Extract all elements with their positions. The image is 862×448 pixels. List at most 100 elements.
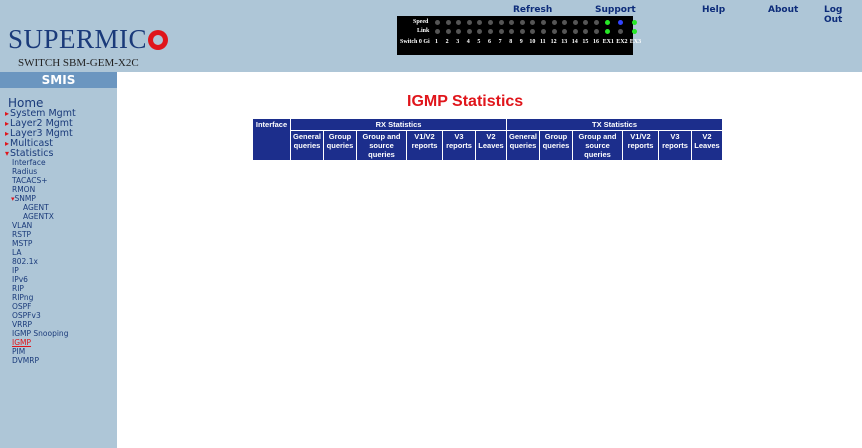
port-number: 5	[477, 39, 481, 45]
port-number: EX3	[629, 39, 642, 45]
speed-led	[551, 20, 557, 25]
rx-col-general-queries: General queries	[290, 130, 324, 161]
page-title: IGMP Statistics	[407, 93, 524, 110]
sidebar-item-ip[interactable]: IP	[12, 266, 19, 275]
sidebar-item-tacacs[interactable]: TACACS+	[12, 176, 48, 185]
link-label: Link	[417, 28, 430, 34]
sidebar-item-agentx[interactable]: AGENTX	[23, 212, 54, 221]
link-led	[618, 29, 624, 34]
tx-col-general-queries: General queries	[506, 130, 540, 161]
link-led	[435, 29, 440, 34]
refresh-link[interactable]: Refresh	[513, 5, 552, 15]
sidebar-item-rmon[interactable]: RMON	[12, 185, 35, 194]
speed-led	[530, 20, 536, 25]
port-number: 14	[571, 39, 578, 45]
sidebar-item-mstp[interactable]: MSTP	[12, 239, 32, 248]
speed-led	[583, 20, 589, 25]
igmp-statistics-table: Interface RX Statistics TX Statistics Ge…	[252, 118, 723, 161]
port-status-panel: Speed Link Switch 0 Gi 1 2 3 4 5 6 7 8 9 10 11 12 13…	[397, 16, 641, 55]
link-led	[594, 29, 599, 34]
tx-col-v3-reports: V3 reports	[658, 130, 692, 161]
sidebar-item-802-1x[interactable]: 802.1x	[12, 257, 38, 266]
speed-led	[604, 20, 610, 25]
caret-right-icon: ▸	[5, 139, 10, 148]
rx-col-v2-leaves: V2 Leaves	[475, 130, 507, 161]
port-number: 8	[509, 39, 513, 45]
port-number: EX1	[602, 39, 614, 45]
speed-led	[541, 20, 546, 25]
port-number: 13	[561, 39, 568, 45]
tx-col-group-queries: Group queries	[539, 130, 573, 161]
port-number: EX2	[616, 39, 628, 45]
speed-led	[477, 20, 483, 25]
sidebar-item-ripng[interactable]: RIPng	[12, 293, 33, 302]
link-led	[551, 29, 557, 34]
sidebar-item-la[interactable]: LA	[12, 248, 21, 257]
tx-col-group-source-queries: Group and source queries	[572, 130, 623, 161]
sidebar-item-igmp[interactable]: IGMP	[12, 338, 31, 347]
rx-col-group-source-queries: Group and source queries	[356, 130, 407, 161]
sidebar-item-pim[interactable]: PIM	[12, 347, 25, 356]
sidebar-item-agent[interactable]: AGENT	[23, 203, 49, 212]
sidebar-item-interface[interactable]: Interface	[12, 158, 46, 167]
caret-right-icon: ▸	[5, 129, 10, 138]
link-led	[456, 29, 462, 34]
link-led	[519, 29, 525, 34]
sidebar-item-rip[interactable]: RIP	[12, 284, 24, 293]
port-number: 2	[445, 39, 449, 45]
about-link[interactable]: About	[768, 5, 798, 15]
sidebar-item-ipv6[interactable]: IPv6	[12, 275, 28, 284]
sidebar-item-rstp[interactable]: RSTP	[12, 230, 31, 239]
port-number: 11	[540, 39, 546, 45]
port-number: 12	[550, 39, 557, 45]
port-number: 4	[466, 39, 470, 45]
port-number: 9	[519, 39, 523, 45]
link-led	[488, 29, 493, 34]
link-led	[583, 29, 589, 34]
link-led	[530, 29, 536, 34]
sidebar-item-vlan[interactable]: VLAN	[12, 221, 32, 230]
speed-led	[562, 20, 568, 25]
col-interface: Interface	[252, 118, 291, 161]
speed-led	[594, 20, 599, 25]
help-link[interactable]: Help	[702, 5, 725, 15]
port-number: 6	[488, 39, 491, 45]
logo-o-icon	[148, 30, 169, 50]
logout-link[interactable]: Log Out	[824, 5, 862, 25]
sidebar-item-label: SNMP	[14, 194, 36, 203]
speed-led	[519, 20, 525, 25]
sidebar-item-igmp-snooping[interactable]: IGMP Snooping	[12, 329, 68, 338]
speed-led	[488, 20, 493, 25]
sidebar-item-vrrp[interactable]: VRRP	[12, 320, 32, 329]
port-number: 15	[582, 39, 589, 45]
caret-right-icon: ▸	[5, 119, 10, 128]
speed-led	[631, 20, 637, 25]
speed-label: Speed	[413, 19, 429, 25]
speed-led	[618, 20, 624, 25]
link-led	[604, 29, 610, 34]
link-led	[498, 29, 504, 34]
port-number: 1	[435, 39, 438, 45]
rx-col-group-queries: Group queries	[323, 130, 357, 161]
smis-bar: SMIS	[0, 72, 117, 88]
link-led	[572, 29, 578, 34]
sidebar-item-radius[interactable]: Radius	[12, 167, 37, 176]
caret-down-icon: ▾	[5, 149, 10, 158]
link-led	[562, 29, 568, 34]
tx-statistics-header: TX Statistics	[506, 118, 723, 131]
sidebar-item-ospfv3[interactable]: OSPFv3	[12, 311, 41, 320]
sidebar: Home ▸System Mgmt ▸Layer2 Mgmt ▸Layer3 M…	[0, 88, 117, 448]
speed-led	[445, 20, 451, 25]
support-link[interactable]: Support	[595, 5, 636, 15]
port-number: 16	[593, 39, 599, 45]
sidebar-item-snmp[interactable]: ▾SNMP	[11, 194, 36, 203]
sidebar-item-dvmrp[interactable]: DVMRP	[12, 356, 39, 365]
tx-col-v1v2-reports: V1/V2 reports	[622, 130, 659, 161]
speed-led	[466, 20, 472, 25]
logo-text: SUPERMIC	[8, 24, 148, 54]
port-number: 3	[456, 39, 460, 45]
rx-col-v3-reports: V3 reports	[442, 130, 476, 161]
sidebar-item-ospf[interactable]: OSPF	[12, 302, 32, 311]
rx-col-v1v2-reports: V1/V2 reports	[406, 130, 443, 161]
caret-right-icon: ▸	[5, 109, 10, 118]
